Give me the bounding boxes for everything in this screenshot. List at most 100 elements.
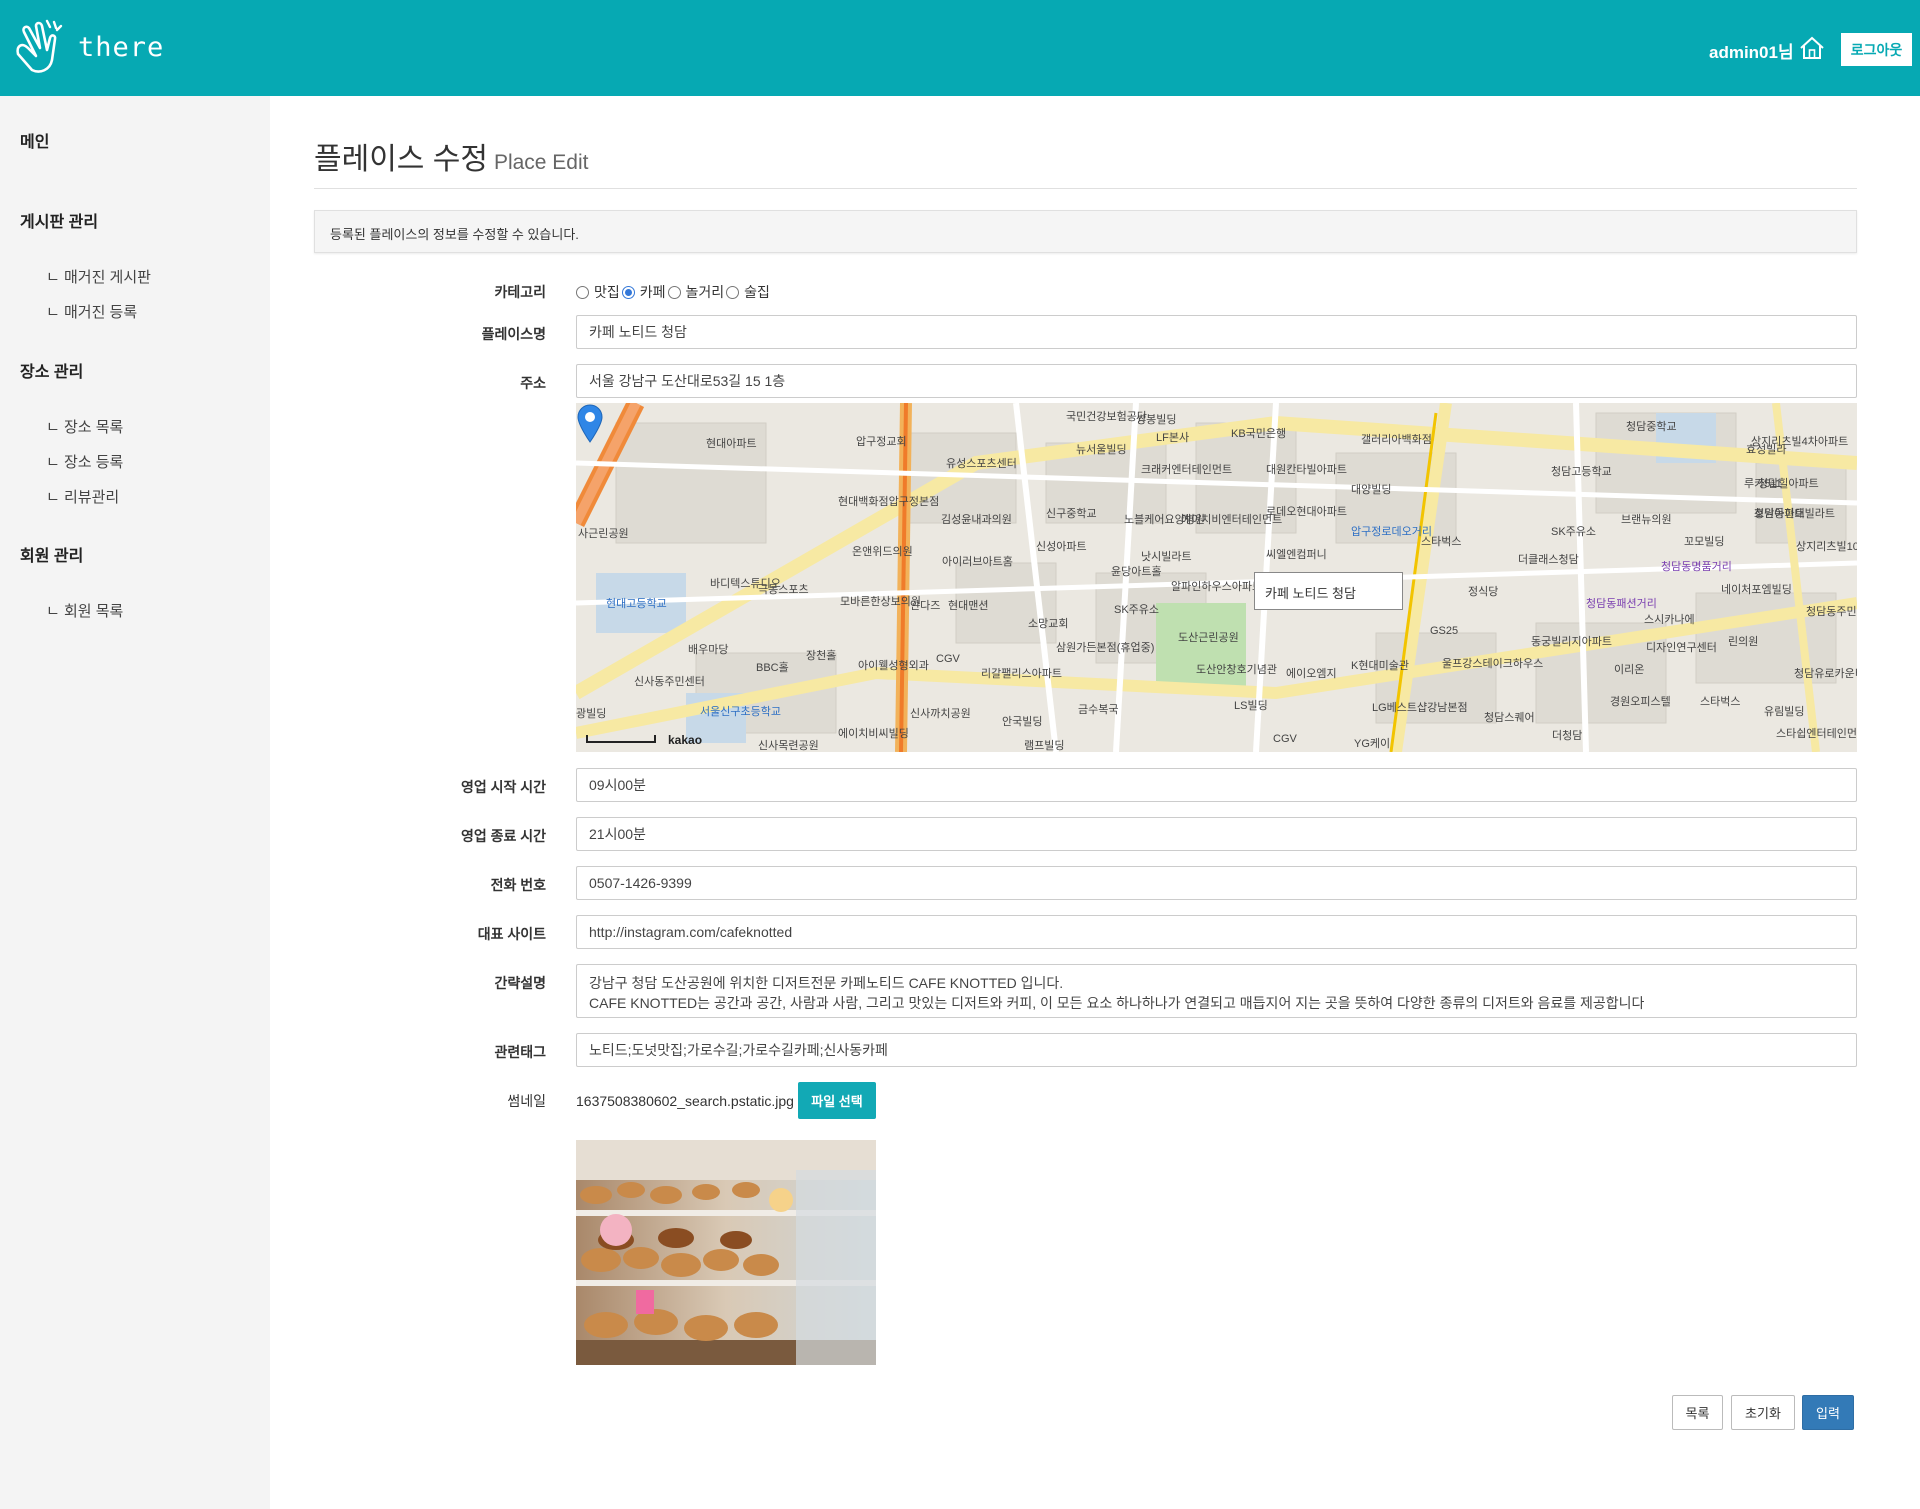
list-button[interactable]: 목록: [1672, 1395, 1723, 1430]
description-textarea[interactable]: 강남구 청담 도산공원에 위치한 디저트전문 카페노티드 CAFE KNOTTE…: [576, 964, 1857, 1018]
map-label: 도산안창호기념관: [1196, 664, 1277, 676]
map-label: 청담동주민센터: [1806, 606, 1857, 618]
sidebar-item-magazine-register[interactable]: ㄴ 매거진 등록: [46, 301, 137, 322]
map-label: 대양빌딩: [1351, 484, 1392, 496]
map-label: LS빌딩: [1234, 700, 1268, 712]
map-label: KB국민은행: [1231, 428, 1287, 440]
map-label: 청담유로카운티: [1794, 668, 1857, 680]
sidebar-section-board[interactable]: 게시판 관리: [20, 208, 98, 232]
map-label: 신성아파트: [1036, 541, 1087, 553]
close-time-input[interactable]: [576, 817, 1857, 851]
map-label: 동궁빌리지아파트: [1531, 636, 1612, 648]
map-label: 울프강스테이크하우스: [1442, 658, 1544, 670]
map-label: 온앤위드의원: [852, 546, 913, 558]
map-label: 사근린공원: [578, 528, 629, 540]
map-label: 에이오엠지: [1286, 668, 1337, 680]
map-label: 쌍봉빌딩: [1136, 414, 1177, 426]
phone-input[interactable]: [576, 866, 1857, 900]
sidebar-item-member-list[interactable]: ㄴ 회원 목록: [46, 600, 123, 621]
map-label: 삼원가든본점(휴업중): [1056, 642, 1155, 654]
logo[interactable]: there: [14, 18, 164, 76]
map-label: 현대아파트: [706, 438, 757, 450]
address-label: 주소: [520, 375, 546, 391]
map-label: 스타벅스: [1421, 536, 1462, 548]
map-label: 씨엘엔컴퍼니: [1266, 549, 1327, 561]
logout-button[interactable]: 로그아웃: [1841, 33, 1912, 66]
map-label: 상지리츠빌4차아파트: [1751, 436, 1849, 448]
hand-logo-icon: [16, 19, 63, 73]
category-radio-play[interactable]: [667, 285, 681, 299]
map-label: SK주유소: [1114, 604, 1160, 616]
map-label: 더클래스청담: [1518, 554, 1579, 566]
map-label: 국민건강보험공단: [1066, 411, 1147, 423]
map-label: 청담동현대빌라트: [1754, 508, 1835, 520]
sidebar-section-member[interactable]: 회원 관리: [20, 542, 83, 566]
description-line: 강남구 청담 도산공원에 위치한 디저트전문 카페노티드 CAFE KNOTTE…: [589, 975, 1064, 991]
map-label: GS25: [1430, 625, 1459, 637]
map-label: 스시카나에: [1644, 614, 1695, 626]
sidebar-item-place-register[interactable]: ㄴ 장소 등록: [46, 451, 123, 472]
map-label: 아이러브아트홈: [942, 556, 1013, 568]
sidebar-item-magazine-board[interactable]: ㄴ 매거진 게시판: [46, 266, 151, 287]
address-input[interactable]: [576, 364, 1857, 398]
map-label: 에이치비씨빌딩: [838, 728, 909, 740]
map-label: 윤당아트홀: [1111, 566, 1162, 578]
map-label: 신사까치공원: [910, 708, 971, 720]
file-select-button[interactable]: 파일 선택: [798, 1082, 876, 1119]
map-label: 더청담: [1552, 730, 1583, 742]
category-radio-restaurant[interactable]: [576, 285, 589, 299]
map-label: 아이웰성형외과: [858, 660, 929, 672]
map-pin-icon[interactable]: [576, 403, 604, 443]
title-divider: [314, 188, 1857, 189]
map-label: 브랜뉴의원: [1621, 514, 1672, 526]
map-label: 스타벅스: [1700, 696, 1741, 708]
map-label: 현대맨션: [948, 600, 989, 612]
open-time-label: 영업 시작 시간: [460, 779, 546, 795]
map-label: 신사동주민센터: [634, 676, 705, 688]
map-label: YG케이: [1354, 738, 1391, 750]
map-scale-bar: [586, 735, 656, 743]
map-label: BBC홀: [756, 662, 789, 674]
phone-label: 전화 번호: [490, 877, 546, 893]
sidebar: 메인 게시판 관리 ㄴ 매거진 게시판 ㄴ 매거진 등록 장소 관리 ㄴ 장소 …: [0, 96, 270, 1509]
home-icon[interactable]: [1799, 36, 1825, 60]
page-title-main: 플레이스 수정: [314, 143, 488, 176]
map-label: 리갈팰리스아파트: [981, 668, 1062, 680]
map-label: 낫시빌라트: [1141, 551, 1192, 563]
place-name-input[interactable]: [576, 315, 1857, 349]
map-label: LG베스트샵강남본점: [1372, 702, 1468, 714]
tags-input[interactable]: [576, 1033, 1857, 1067]
page-title-sub: Place Edit: [493, 151, 589, 174]
map-label: 정식당: [1468, 586, 1499, 598]
map-tooltip: 카페 노티드 청담: [1254, 572, 1403, 610]
map-label: 상지리츠빌10차아파트: [1796, 541, 1857, 553]
map-label: 청담스퀘어: [1484, 712, 1535, 724]
category-radio-group: 맛집 카페 놀거리 술집: [576, 282, 772, 302]
map-label: SK주유소: [1551, 526, 1597, 538]
submit-button[interactable]: 입력: [1802, 1395, 1854, 1430]
map-view[interactable]: 현대아파트 압구정교회 유성스포츠센터 신구중학교 신성아파트 국민건강보험공단…: [576, 403, 1857, 752]
category-radio-cafe[interactable]: [621, 285, 635, 299]
site-input[interactable]: [576, 915, 1857, 949]
map-label: 램프빌딩: [1024, 740, 1065, 752]
map-label: 알파인하우스아파트: [1171, 581, 1263, 593]
map-label: 뉴서울빌딩: [1076, 444, 1127, 456]
category-option-label: 술집: [744, 284, 770, 300]
map-label: 금수복국: [1078, 704, 1119, 716]
sidebar-section-main[interactable]: 메인: [20, 128, 49, 152]
map-label: 광빌딩: [576, 708, 607, 720]
thumbnail-image: [576, 1140, 876, 1365]
info-box: 등록된 플레이스의 정보를 수정할 수 있습니다.: [314, 210, 1857, 253]
map-label: 신사목련공원: [758, 740, 819, 752]
reset-button[interactable]: 초기화: [1731, 1395, 1795, 1430]
sidebar-item-review[interactable]: ㄴ 리뷰관리: [46, 486, 119, 507]
map-label: 대원칸타빌아파트: [1266, 464, 1347, 476]
map-label: 디자인연구센터: [1646, 642, 1717, 654]
category-radio-bar[interactable]: [726, 285, 740, 299]
thumbnail-file-name: 1637508380602_search.pstatic.jpg: [576, 1093, 794, 1109]
open-time-input[interactable]: [576, 768, 1857, 802]
sidebar-item-place-list[interactable]: ㄴ 장소 목록: [46, 416, 123, 437]
map-label: 청담동명품거리: [1661, 561, 1732, 573]
sidebar-section-place[interactable]: 장소 관리: [20, 358, 83, 382]
map-label: 유성스포츠센터: [946, 458, 1017, 470]
